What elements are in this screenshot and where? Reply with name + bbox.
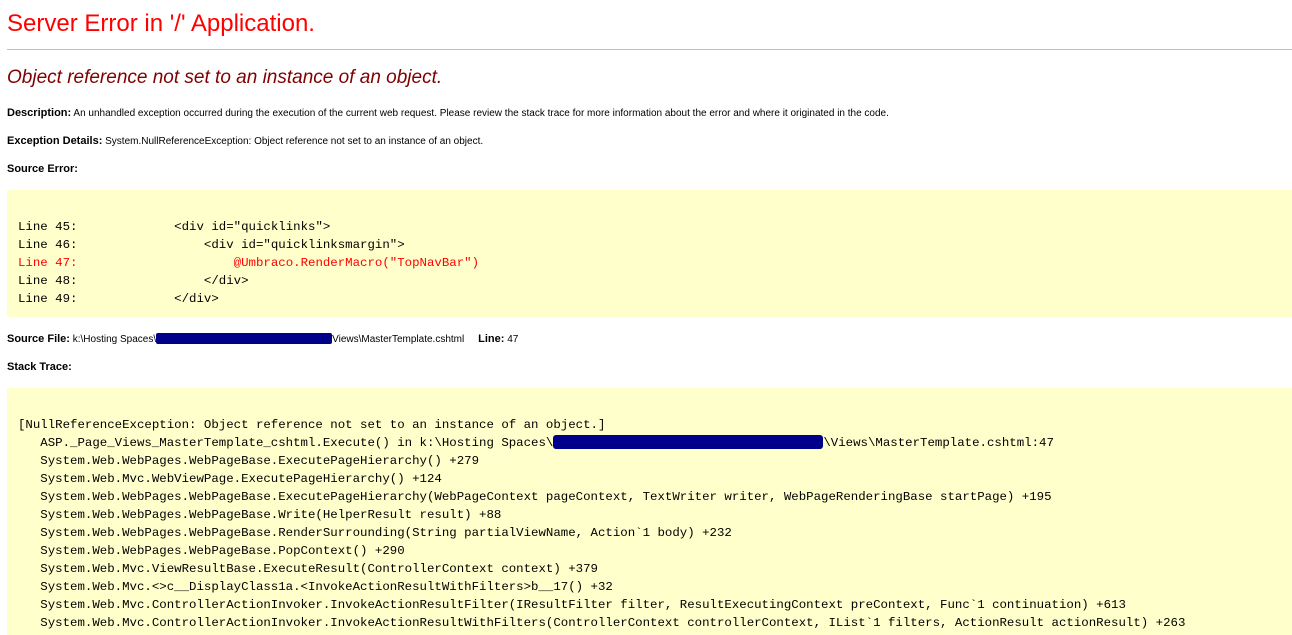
stack-frame: System.Web.Mvc.ControllerActionInvoker.I… <box>18 616 1186 630</box>
source-line-code: <div id="quicklinksmargin"> <box>84 238 405 252</box>
description-text: An unhandled exception occurred during t… <box>73 108 889 119</box>
stack-frame-execute: ASP._Page_Views_MasterTemplate_cshtml.Ex… <box>18 434 1054 452</box>
source-file-path-prefix: k:\Hosting Spaces\ <box>72 334 157 345</box>
source-file-line-label: Line: <box>478 333 505 345</box>
title-divider <box>7 49 1292 50</box>
stack-trace-heading: Stack Trace: <box>7 360 72 375</box>
source-line-number: Line 47: <box>18 256 78 270</box>
error-page: Server Error in '/' Application. Object … <box>0 0 1292 635</box>
description-paragraph: Description: An unhandled exception occu… <box>7 106 889 121</box>
stack-frame: System.Web.Mvc.WebViewPage.ExecutePageHi… <box>18 472 442 486</box>
source-line-number: Line 48: <box>18 274 78 288</box>
source-file-label: Source File: <box>7 333 70 345</box>
source-line-45: Line 45: <div id="quicklinks"> <box>18 218 330 236</box>
source-line-49: Line 49: </div> <box>18 290 219 308</box>
stack-trace-header: [NullReferenceException: Object referenc… <box>18 418 606 432</box>
exception-details-paragraph: Exception Details: System.NullReferenceE… <box>7 134 483 149</box>
source-file-path-suffix: Views\MasterTemplate.cshtml <box>332 334 465 345</box>
source-line-47-error: Line 47: @Umbraco.RenderMacro("TopNavBar… <box>18 254 479 272</box>
stack-frame: System.Web.WebPages.WebPageBase.RenderSu… <box>18 526 732 540</box>
stack-frame-suffix: \Views\MasterTemplate.cshtml:47 <box>823 436 1054 450</box>
stack-frame: System.Web.WebPages.WebPageBase.ExecuteP… <box>18 454 480 468</box>
exception-details-text: System.NullReferenceException: Object re… <box>105 136 484 147</box>
source-line-number: Line 45: <box>18 220 78 234</box>
stack-frame: System.Web.Mvc.ControllerActionInvoker.I… <box>18 598 1126 612</box>
source-error-heading: Source Error: <box>7 162 78 177</box>
page-title: Server Error in '/' Application. <box>7 10 315 37</box>
source-error-label: Source Error: <box>7 163 78 175</box>
exception-details-label: Exception Details: <box>7 135 103 147</box>
stack-trace-code-block: [NullReferenceException: Object referenc… <box>7 388 1292 635</box>
stack-frame: System.Web.WebPages.WebPageBase.Write(He… <box>18 508 502 522</box>
stack-frame-prefix: ASP._Page_Views_MasterTemplate_cshtml.Ex… <box>18 436 554 450</box>
source-line-code: @Umbraco.RenderMacro("TopNavBar") <box>84 256 480 270</box>
stack-frame: System.Web.Mvc.ViewResultBase.ExecuteRes… <box>18 562 598 576</box>
stack-frame: System.Web.Mvc.<>c__DisplayClass1a.<Invo… <box>18 580 613 594</box>
source-line-46: Line 46: <div id="quicklinksmargin"> <box>18 236 405 254</box>
source-error-code-block: Line 45: <div id="quicklinks"> Line 46: … <box>7 190 1292 317</box>
redacted-path <box>156 333 333 344</box>
stack-frame: System.Web.WebPages.WebPageBase.ExecuteP… <box>18 490 1052 504</box>
source-line-number: Line 49: <box>18 292 78 306</box>
source-line-48: Line 48: </div> <box>18 272 249 290</box>
description-label: Description: <box>7 107 72 119</box>
stack-frame: System.Web.WebPages.WebPageBase.PopConte… <box>18 544 405 558</box>
source-file-line-value: 47 <box>507 334 519 345</box>
source-line-code: <div id="quicklinks"> <box>84 220 331 234</box>
source-line-number: Line 46: <box>18 238 78 252</box>
source-line-code: </div> <box>84 292 219 306</box>
exception-message: Object reference not set to an instance … <box>7 67 443 88</box>
redacted-path <box>553 435 824 449</box>
source-file-paragraph: Source File: k:\Hosting Spaces\ Views\Mas… <box>7 332 518 347</box>
source-line-code: </div> <box>84 274 249 288</box>
stack-trace-label: Stack Trace: <box>7 361 72 373</box>
